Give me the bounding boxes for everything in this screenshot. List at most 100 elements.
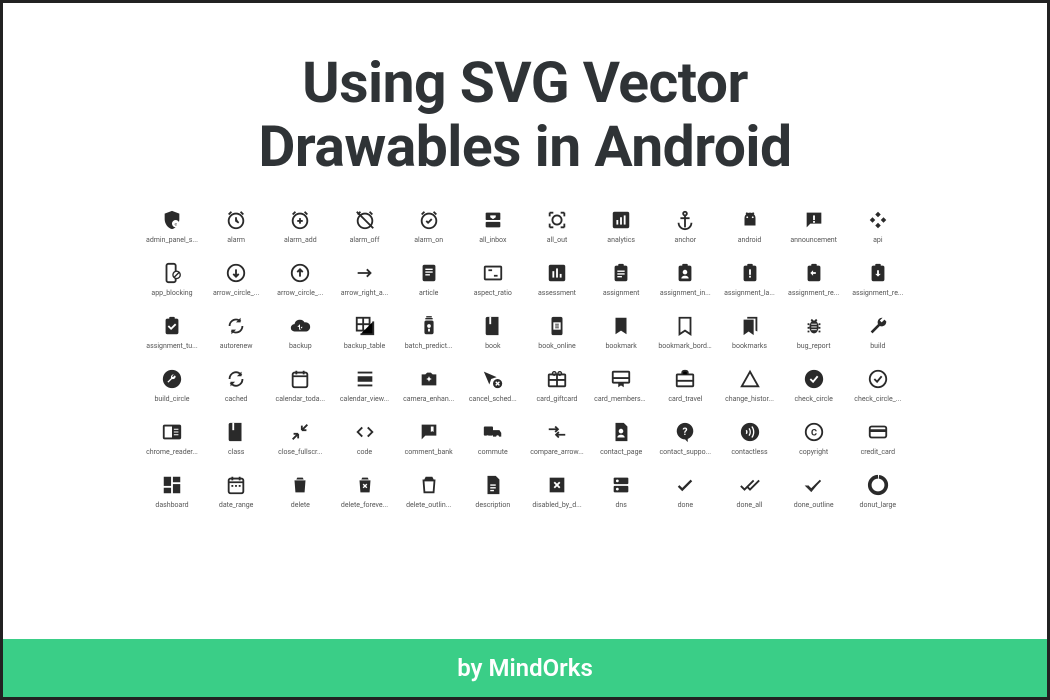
icon-cell-contact_support[interactable]: contact_suppo... [658, 421, 712, 456]
cached-icon [225, 368, 247, 390]
icon-grid: admin_panel_s...alarmalarm_addalarm_offa… [145, 209, 905, 509]
icon-cell-assessment[interactable]: assessment [530, 262, 584, 297]
icon-cell-calendar_today[interactable]: calendar_toda... [273, 368, 327, 403]
icon-cell-batch_prediction[interactable]: batch_predict... [402, 315, 456, 350]
icon-label: card_travel [658, 395, 712, 403]
icon-cell-date_range[interactable]: date_range [209, 474, 263, 509]
icon-cell-delete[interactable]: delete [273, 474, 327, 509]
icon-cell-donut_large[interactable]: donut_large [851, 474, 905, 509]
icon-label: arrow_circle_... [273, 289, 327, 297]
icon-cell-camera_enhance[interactable]: camera_enhan... [402, 368, 456, 403]
icon-cell-alarm[interactable]: alarm [209, 209, 263, 244]
icon-cell-description[interactable]: description [466, 474, 520, 509]
icon-cell-alarm_add[interactable]: alarm_add [273, 209, 327, 244]
icon-cell-compare_arrows[interactable]: compare_arrow... [530, 421, 584, 456]
icon-cell-bookmark_border[interactable]: bookmark_bord... [658, 315, 712, 350]
icon-cell-bookmark[interactable]: bookmark [594, 315, 648, 350]
icon-label: cancel_sched... [466, 395, 520, 403]
icon-cell-commute[interactable]: commute [466, 421, 520, 456]
icon-cell-cached[interactable]: cached [209, 368, 263, 403]
icon-label: compare_arrow... [530, 448, 584, 456]
icon-cell-assignment_turned_in[interactable]: assignment_tu... [145, 315, 199, 350]
icon-label: delete [273, 501, 327, 509]
icon-label: article [402, 289, 456, 297]
icon-cell-anchor[interactable]: anchor [658, 209, 712, 244]
icon-cell-backup_table[interactable]: backup_table [338, 315, 392, 350]
footer-text: by MindOrks [457, 654, 593, 682]
icon-label: description [466, 501, 520, 509]
icon-cell-build[interactable]: build [851, 315, 905, 350]
icon-cell-app_blocking[interactable]: app_blocking [145, 262, 199, 297]
icon-cell-delete_forever[interactable]: delete_foreve... [338, 474, 392, 509]
icon-cell-contactless[interactable]: contactless [723, 421, 777, 456]
icon-cell-admin_panel_settings[interactable]: admin_panel_s... [145, 209, 199, 244]
icon-label: bookmark_bord... [658, 342, 712, 350]
icon-cell-alarm_off[interactable]: alarm_off [338, 209, 392, 244]
icon-cell-disabled_by_default[interactable]: disabled_by_d... [530, 474, 584, 509]
icon-cell-arrow_circle_up[interactable]: arrow_circle_... [273, 262, 327, 297]
icon-cell-bookmarks[interactable]: bookmarks [723, 315, 777, 350]
comment_bank-icon [418, 421, 440, 443]
icon-cell-android[interactable]: android [723, 209, 777, 244]
check_circle-icon [803, 368, 825, 390]
icon-cell-arrow_right_alt[interactable]: arrow_right_a... [338, 262, 392, 297]
icon-cell-aspect_ratio[interactable]: aspect_ratio [466, 262, 520, 297]
icon-cell-alarm_on[interactable]: alarm_on [402, 209, 456, 244]
icon-label: announcement [787, 236, 841, 244]
done_outline-icon [803, 474, 825, 496]
icon-cell-check_circle[interactable]: check_circle [787, 368, 841, 403]
icon-cell-contact_page[interactable]: contact_page [594, 421, 648, 456]
icon-cell-cancel_schedule_send[interactable]: cancel_sched... [466, 368, 520, 403]
icon-cell-article[interactable]: article [402, 262, 456, 297]
icon-label: delete_outlin... [402, 501, 456, 509]
icon-cell-book[interactable]: book [466, 315, 520, 350]
icon-cell-assignment[interactable]: assignment [594, 262, 648, 297]
icon-cell-card_giftcard[interactable]: card_giftcard [530, 368, 584, 403]
icon-cell-book_online[interactable]: book_online [530, 315, 584, 350]
icon-label: card_membersh... [594, 395, 648, 403]
icon-cell-credit_card[interactable]: credit_card [851, 421, 905, 456]
icon-cell-bug_report[interactable]: bug_report [787, 315, 841, 350]
icon-cell-api[interactable]: api [851, 209, 905, 244]
icon-cell-done[interactable]: done [658, 474, 712, 509]
icon-cell-announcement[interactable]: announcement [787, 209, 841, 244]
icon-cell-copyright[interactable]: copyright [787, 421, 841, 456]
card_giftcard-icon [546, 368, 568, 390]
icon-cell-code[interactable]: code [338, 421, 392, 456]
icon-cell-assignment_returned[interactable]: assignment_re... [851, 262, 905, 297]
icon-cell-dashboard[interactable]: dashboard [145, 474, 199, 509]
icon-cell-dns[interactable]: dns [594, 474, 648, 509]
backup-icon [289, 315, 311, 337]
cancel_schedule_send-icon [482, 368, 504, 390]
icon-cell-backup[interactable]: backup [273, 315, 327, 350]
icon-cell-assignment_ind[interactable]: assignment_in... [658, 262, 712, 297]
icon-label: build_circle [145, 395, 199, 403]
icon-cell-delete_outline[interactable]: delete_outlin... [402, 474, 456, 509]
icon-cell-build_circle[interactable]: build_circle [145, 368, 199, 403]
icon-cell-all_out[interactable]: all_out [530, 209, 584, 244]
icon-cell-close_fullscreen[interactable]: close_fullscr... [273, 421, 327, 456]
icon-cell-assignment_return[interactable]: assignment_re... [787, 262, 841, 297]
icon-label: backup [273, 342, 327, 350]
icon-cell-calendar_view_day[interactable]: calendar_view... [338, 368, 392, 403]
icon-cell-chrome_reader_mode[interactable]: chrome_reader... [145, 421, 199, 456]
commute-icon [482, 421, 504, 443]
icon-cell-assignment_late[interactable]: assignment_la... [723, 262, 777, 297]
icon-cell-analytics[interactable]: analytics [594, 209, 648, 244]
book-icon [482, 315, 504, 337]
analytics-icon [610, 209, 632, 231]
icon-label: contact_page [594, 448, 648, 456]
icon-cell-all_inbox[interactable]: all_inbox [466, 209, 520, 244]
icon-cell-arrow_circle_down[interactable]: arrow_circle_... [209, 262, 263, 297]
icon-cell-card_travel[interactable]: card_travel [658, 368, 712, 403]
icon-cell-autorenew[interactable]: autorenew [209, 315, 263, 350]
admin_panel_settings-icon [161, 209, 183, 231]
icon-cell-comment_bank[interactable]: comment_bank [402, 421, 456, 456]
icon-cell-card_membership[interactable]: card_membersh... [594, 368, 648, 403]
icon-cell-class[interactable]: class [209, 421, 263, 456]
icon-cell-change_history[interactable]: change_histor... [723, 368, 777, 403]
done-icon [674, 474, 696, 496]
icon-cell-done_outline[interactable]: done_outline [787, 474, 841, 509]
icon-cell-check_circle_outline[interactable]: check_circle_... [851, 368, 905, 403]
icon-cell-done_all[interactable]: done_all [723, 474, 777, 509]
